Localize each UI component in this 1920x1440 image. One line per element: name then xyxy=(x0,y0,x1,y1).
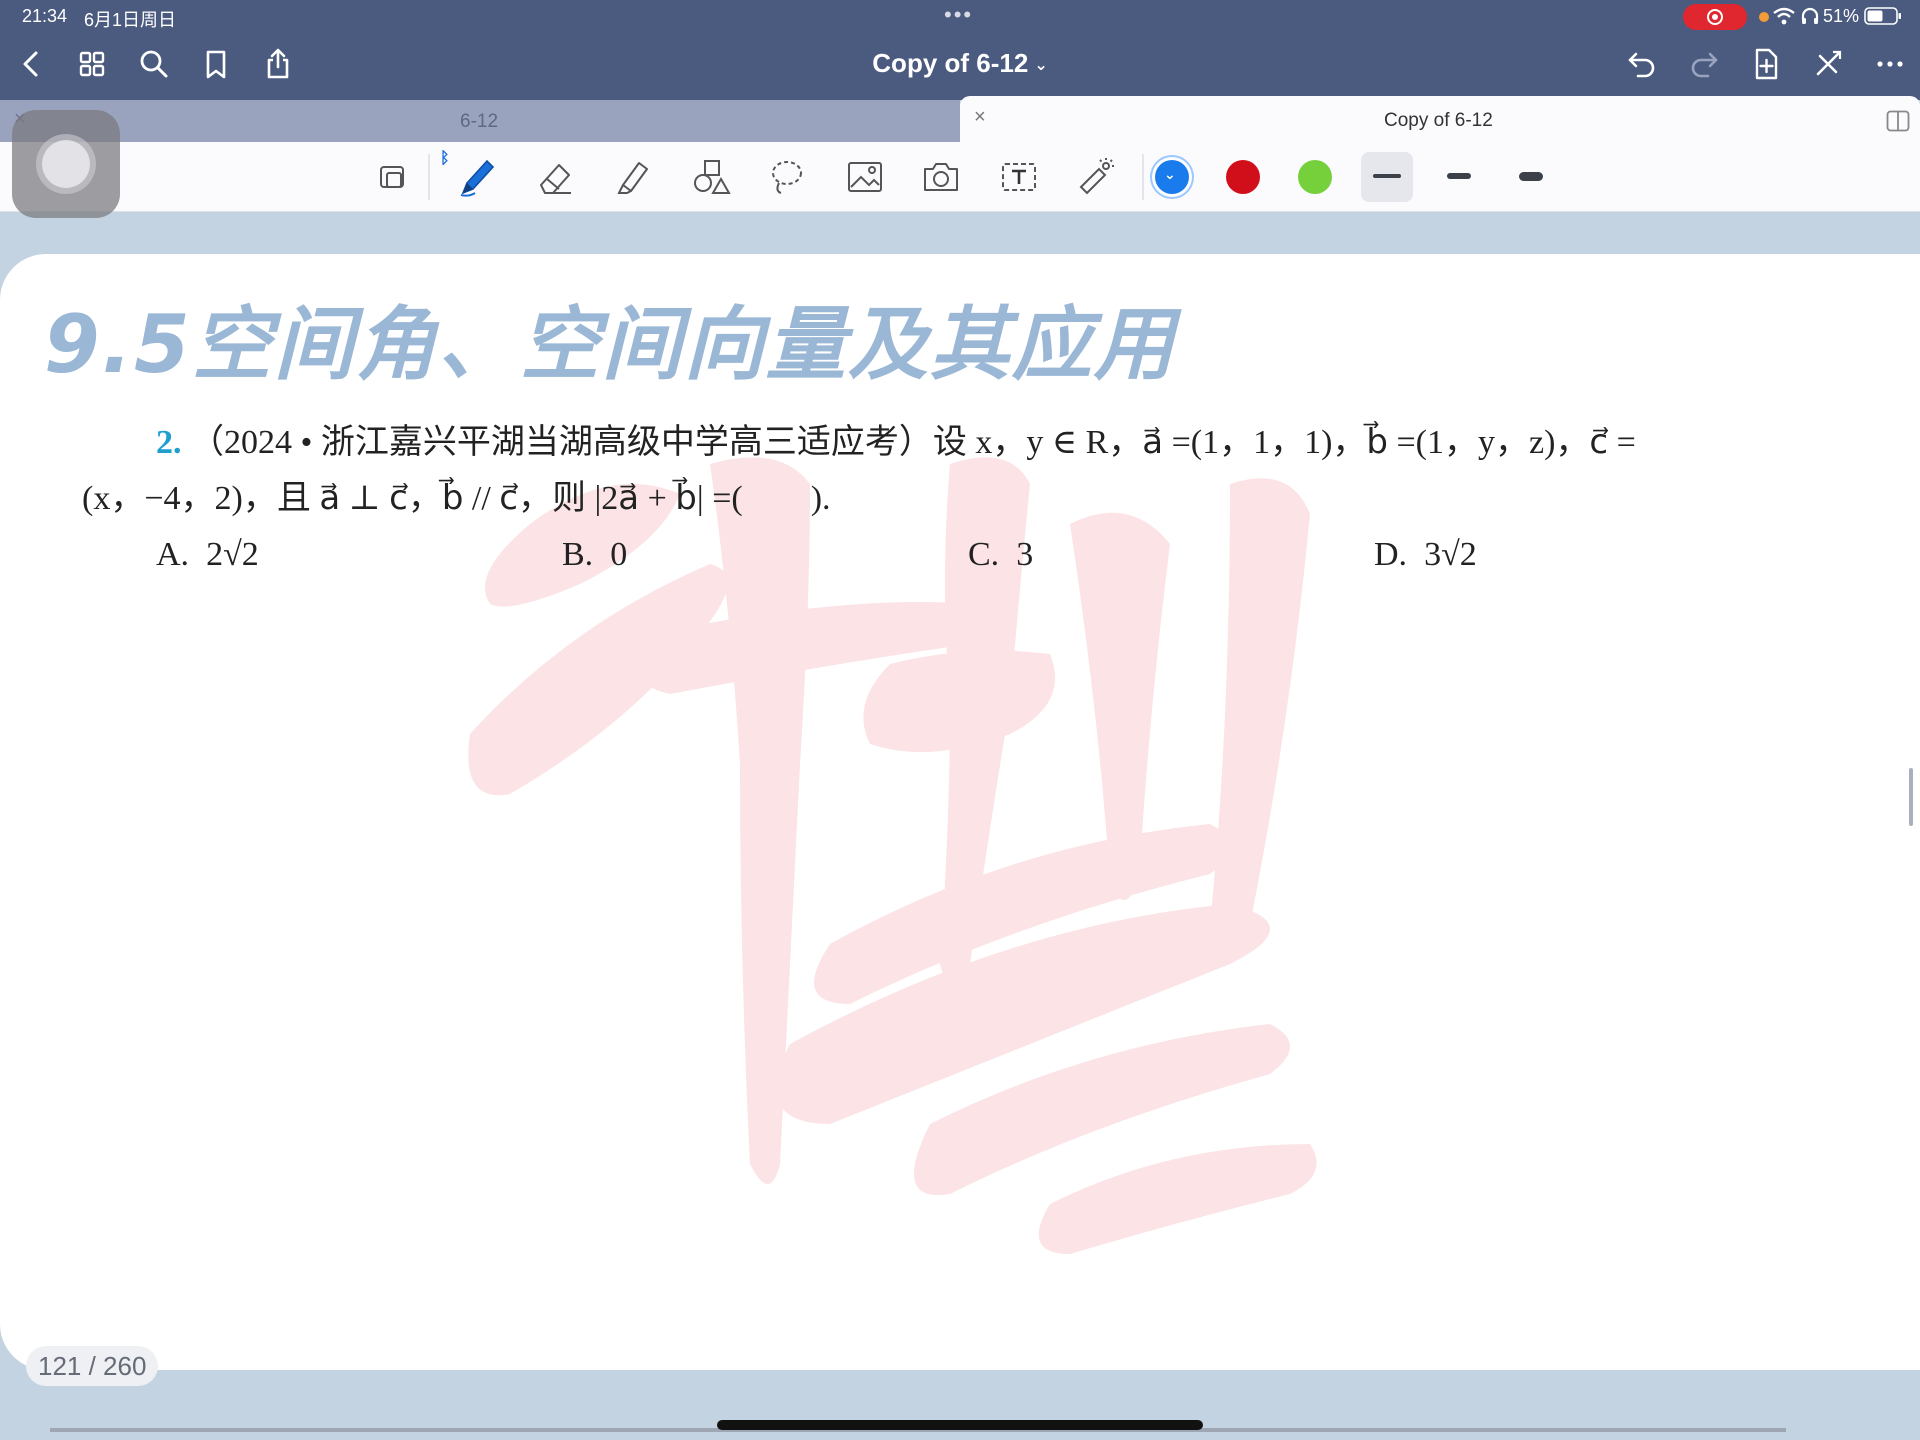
grid-icon xyxy=(79,51,105,77)
chevron-down-icon: ⌄ xyxy=(1034,57,1048,75)
undo-button[interactable] xyxy=(1622,44,1662,84)
screen-recording-indicator[interactable] xyxy=(1683,4,1747,30)
document-page[interactable]: 9.5空间角、空间向量及其应用 2. （2024 • 浙江嘉兴平湖当湖高级中学高… xyxy=(0,254,1920,1370)
back-button[interactable] xyxy=(12,44,52,84)
headphones-icon xyxy=(1801,7,1819,24)
section-title: 9.5空间角、空间向量及其应用 xyxy=(44,298,1176,391)
stroke-width-thick[interactable] xyxy=(1505,152,1557,202)
add-page-icon xyxy=(1755,48,1778,80)
question-line-1: 2. （2024 • 浙江嘉兴平湖当湖高级中学高三适应考）设 x，y ∈ R，a… xyxy=(156,414,1636,463)
text-box-tool[interactable] xyxy=(994,152,1044,202)
tab-bar: × 6-12 × Copy of 6-12 xyxy=(0,96,1920,142)
more-button[interactable] xyxy=(1870,44,1910,84)
battery-icon xyxy=(1864,7,1901,25)
mic-indicator-icon xyxy=(1759,12,1769,22)
text-box-icon xyxy=(1002,163,1036,191)
undo-icon xyxy=(1628,52,1655,78)
image-tool[interactable] xyxy=(840,152,890,202)
laser-pointer-icon xyxy=(1079,158,1114,195)
tab-close-icon[interactable]: × xyxy=(974,106,986,129)
option-b: B. 0 xyxy=(562,536,628,573)
lasso-tool[interactable] xyxy=(762,152,812,202)
search-icon xyxy=(140,50,168,78)
toolbar-divider xyxy=(1142,154,1144,200)
redo-button[interactable] xyxy=(1684,44,1724,84)
option-a: A. 2√2 xyxy=(156,536,259,573)
zoom-box-tool[interactable] xyxy=(368,152,418,202)
question-number: 2. xyxy=(156,424,182,461)
highlighter-tool[interactable] xyxy=(608,152,658,202)
bookmark-button[interactable] xyxy=(196,44,236,84)
status-time: 21:34 xyxy=(22,6,68,26)
tab-6-12[interactable]: × 6-12 xyxy=(0,100,960,142)
tab-copy-of-6-12[interactable]: × Copy of 6-12 xyxy=(960,96,1920,142)
camera-tool[interactable] xyxy=(916,152,966,202)
laser-pointer-tool[interactable] xyxy=(1070,152,1120,202)
highlighter-icon xyxy=(617,162,648,194)
status-date: 6月1日周日 xyxy=(84,10,177,30)
color-swatch-blue[interactable]: ⌄ xyxy=(1155,160,1189,194)
add-page-button[interactable] xyxy=(1746,44,1786,84)
annotation-toolbar: ᛒ ⌄ xyxy=(0,142,1920,212)
question-text-1: （2024 • 浙江嘉兴平湖当湖高级中学高三适应考）设 x，y ∈ R，a⃗ =… xyxy=(190,424,1636,461)
page-counter: 121 / 260 xyxy=(26,1346,159,1386)
redo-icon xyxy=(1691,52,1718,78)
share-button[interactable] xyxy=(258,44,298,84)
assistive-touch-button[interactable] xyxy=(12,110,120,218)
selected-check-icon: ⌄ xyxy=(1164,166,1176,182)
toolbar-divider xyxy=(428,154,430,200)
battery-percent: 51% xyxy=(1823,6,1860,26)
shapes-tool[interactable] xyxy=(686,152,736,202)
option-c: C. 3 xyxy=(968,536,1034,573)
stroke-width-medium[interactable] xyxy=(1433,152,1485,202)
shapes-icon xyxy=(694,160,731,194)
option-d: D. 3√2 xyxy=(1374,536,1477,573)
stroke-width-thin[interactable] xyxy=(1361,152,1413,202)
question-line-2: (x，−4，2)，且 a⃗ ⊥ c⃗，b⃗ // c⃗，则 |2a⃗ + b⃗|… xyxy=(82,480,831,517)
exit-editing-button[interactable] xyxy=(1808,44,1848,84)
pen-tool[interactable] xyxy=(452,152,502,202)
multitask-dots-icon[interactable]: ••• xyxy=(944,2,973,28)
share-icon xyxy=(267,48,289,79)
eraser-icon xyxy=(540,164,571,194)
wifi-icon xyxy=(1773,7,1795,25)
tab-label: 6-12 xyxy=(460,111,499,132)
page-scrollbar[interactable] xyxy=(1909,768,1913,826)
split-view-icon[interactable] xyxy=(1886,110,1910,132)
tab-label: Copy of 6-12 xyxy=(1384,110,1493,131)
top-bar: 21:34 6月1日周日 ••• 51% Copy of 6-12 ⌄ xyxy=(0,0,1920,100)
home-indicator[interactable] xyxy=(717,1420,1203,1430)
color-swatch-red[interactable] xyxy=(1226,160,1260,194)
color-swatch-green[interactable] xyxy=(1298,160,1332,194)
document-title[interactable]: Copy of 6-12 ⌄ xyxy=(760,48,1160,79)
camera-icon xyxy=(924,163,958,191)
close-x-icon xyxy=(1816,50,1842,76)
bluetooth-icon: ᛒ xyxy=(440,150,450,167)
thumbnails-button[interactable] xyxy=(72,44,112,84)
search-button[interactable] xyxy=(134,44,174,84)
pen-icon xyxy=(460,159,495,197)
lasso-icon xyxy=(772,161,802,194)
bookmark-icon xyxy=(206,50,226,79)
back-chevron-icon xyxy=(23,51,38,77)
image-icon xyxy=(848,162,882,192)
eraser-tool[interactable] xyxy=(530,152,580,202)
more-icon xyxy=(1877,61,1903,67)
zoom-box-icon xyxy=(380,166,404,188)
